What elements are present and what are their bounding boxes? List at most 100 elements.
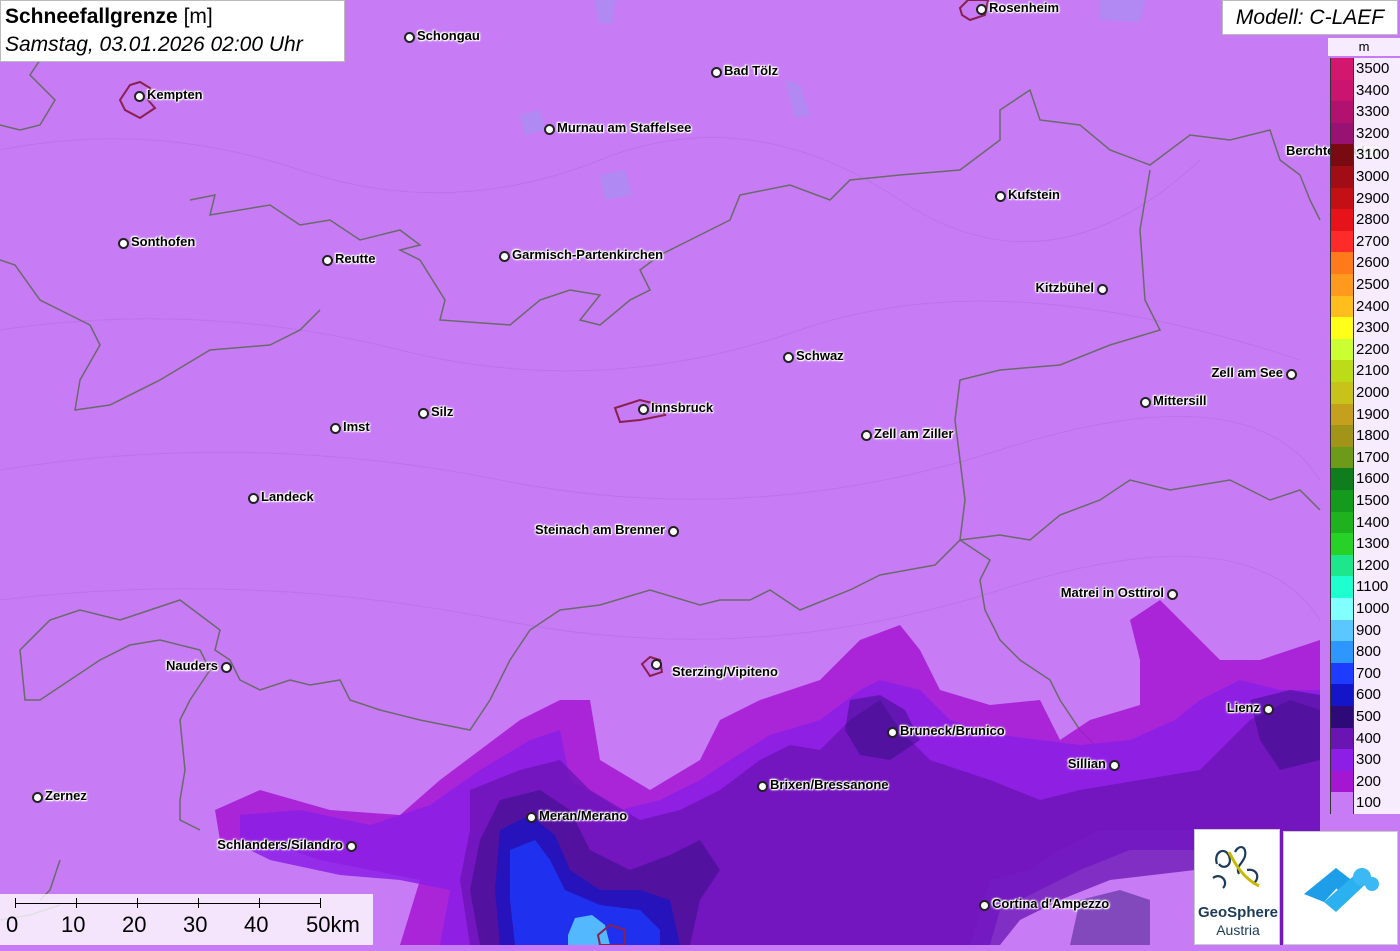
legend-swatch (1330, 511, 1354, 534)
city-label-nauders: Nauders (165, 658, 218, 673)
city-label-garmisch-partenkirchen: Garmisch-Partenkirchen (512, 247, 664, 262)
city-marker-silz[interactable] (417, 407, 429, 419)
cloud-arrow-icon (1304, 868, 1379, 912)
city-label-schlanders-silandro: Schlanders/Silandro (217, 837, 343, 852)
legend-row-700: 700 (1328, 662, 1400, 685)
city-marker-zell-am-ziller[interactable] (860, 429, 872, 441)
legend-label: 2100 (1354, 360, 1400, 382)
city-label-steinach-am-brenner: Steinach am Brenner (534, 522, 665, 537)
city-marker-kitzb-hel[interactable] (1096, 283, 1108, 295)
legend-row-2700: 2700 (1328, 230, 1400, 253)
legend-swatch (1330, 598, 1354, 620)
city-marker-kufstein[interactable] (994, 190, 1006, 202)
city-marker-bruneck-brunico[interactable] (886, 726, 898, 738)
city-marker-sonthofen[interactable] (117, 237, 129, 249)
scale-label: 20 (122, 912, 147, 937)
geosphere-logo-icon (1212, 846, 1260, 889)
city-marker-reutte[interactable] (321, 254, 333, 266)
legend-row-2000: 2000 (1328, 382, 1400, 404)
legend-row-900: 900 (1328, 619, 1400, 642)
legend-label: 2000 (1354, 382, 1400, 404)
legend-swatch (1330, 382, 1354, 404)
city-label-bruneck-brunico: Bruneck/Brunico (900, 723, 1005, 738)
forecast-datetime: Samstag, 03.01.2026 02:00 Uhr (5, 33, 303, 56)
city-marker-mittersill[interactable] (1139, 396, 1151, 408)
city-marker-imst[interactable] (329, 422, 341, 434)
city-marker-matrei-in-osttirol[interactable] (1166, 588, 1178, 600)
legend-label: 1600 (1354, 468, 1400, 490)
legend-swatch (1330, 641, 1354, 663)
city-marker-zell-am-see[interactable] (1285, 368, 1297, 380)
city-marker-lienz[interactable] (1262, 703, 1274, 715)
partner-logo[interactable] (1283, 831, 1398, 945)
city-marker-schlanders-silandro[interactable] (345, 840, 357, 852)
legend-label: 2900 (1354, 187, 1400, 210)
city-label-imst: Imst (343, 419, 370, 434)
legend-label: 700 (1354, 662, 1400, 685)
legend-label: 1700 (1354, 446, 1400, 469)
scale-tick (259, 898, 260, 908)
legend-row-400: 400 (1328, 727, 1400, 750)
geosphere-sub: Austria (1216, 922, 1260, 938)
legend-row-3300: 3300 (1328, 101, 1400, 123)
legend-row-3200: 3200 (1328, 122, 1400, 145)
snowfall-limit-map[interactable] (0, 0, 1400, 945)
scale-tick (320, 898, 321, 908)
city-label-sillian: Sillian (1067, 756, 1106, 771)
city-marker-sillian[interactable] (1108, 759, 1120, 771)
city-marker-landeck[interactable] (247, 492, 259, 504)
legend-swatch (1330, 446, 1354, 469)
scale-label: 10 (61, 912, 86, 937)
legend-label: 2300 (1354, 317, 1400, 339)
city-marker-meran-merano[interactable] (525, 811, 537, 823)
legend-swatch (1330, 79, 1354, 102)
legend-label: 500 (1354, 706, 1400, 728)
legend-swatch (1330, 749, 1354, 771)
city-marker-steinach-am-brenner[interactable] (667, 525, 679, 537)
city-label-reutte: Reutte (335, 251, 376, 266)
legend-swatch (1330, 122, 1354, 145)
legend-swatch (1330, 684, 1354, 706)
legend-row-2600: 2600 (1328, 252, 1400, 274)
scale-tick (76, 898, 77, 908)
legend-swatch (1330, 360, 1354, 382)
legend-label: 100 (1354, 792, 1400, 814)
city-label-zernez: Zernez (45, 788, 87, 803)
legend-label: 2500 (1354, 274, 1400, 296)
city-marker-kempten[interactable] (133, 90, 145, 102)
scale-bar (15, 903, 320, 904)
legend-label: 2200 (1354, 338, 1400, 361)
scale-label: 50km (306, 912, 360, 937)
city-marker-garmisch-partenkirchen[interactable] (498, 250, 510, 262)
legend-swatch (1330, 425, 1354, 447)
legend-swatch (1330, 619, 1354, 642)
city-marker-cortina-d-ampezzo[interactable] (978, 899, 990, 911)
city-marker-sterzing-vipiteno[interactable] (650, 658, 662, 670)
city-marker-innsbruck[interactable] (637, 403, 649, 415)
legend-row-2400: 2400 (1328, 295, 1400, 318)
city-label-kempten: Kempten (147, 87, 203, 102)
city-marker-schongau[interactable] (403, 31, 415, 43)
legend-label: 200 (1354, 770, 1400, 793)
map-unit: [m] (183, 5, 213, 28)
legend-swatch (1330, 187, 1354, 210)
geosphere-logo[interactable]: GeoSphere Austria (1194, 829, 1280, 945)
city-marker-murnau-am-staffelsee[interactable] (543, 123, 555, 135)
legend-label: 2400 (1354, 295, 1400, 318)
legend-label: 1000 (1354, 598, 1400, 620)
city-marker-bad-t-lz[interactable] (710, 66, 722, 78)
city-label-zell-am-see: Zell am See (1211, 365, 1283, 380)
legend-row-2300: 2300 (1328, 317, 1400, 339)
city-marker-nauders[interactable] (220, 661, 232, 673)
city-marker-brixen-bressanone[interactable] (756, 780, 768, 792)
city-marker-zernez[interactable] (31, 791, 43, 803)
legend-row-2100: 2100 (1328, 360, 1400, 382)
city-label-bad-t-lz: Bad Tölz (724, 63, 779, 78)
legend-row-3000: 3000 (1328, 166, 1400, 188)
city-marker-rosenheim[interactable] (975, 3, 987, 15)
city-marker-schwaz[interactable] (782, 351, 794, 363)
legend-swatch (1330, 230, 1354, 253)
legend-row-1600: 1600 (1328, 468, 1400, 490)
legend-row-600: 600 (1328, 684, 1400, 706)
city-label-silz: Silz (431, 404, 454, 419)
